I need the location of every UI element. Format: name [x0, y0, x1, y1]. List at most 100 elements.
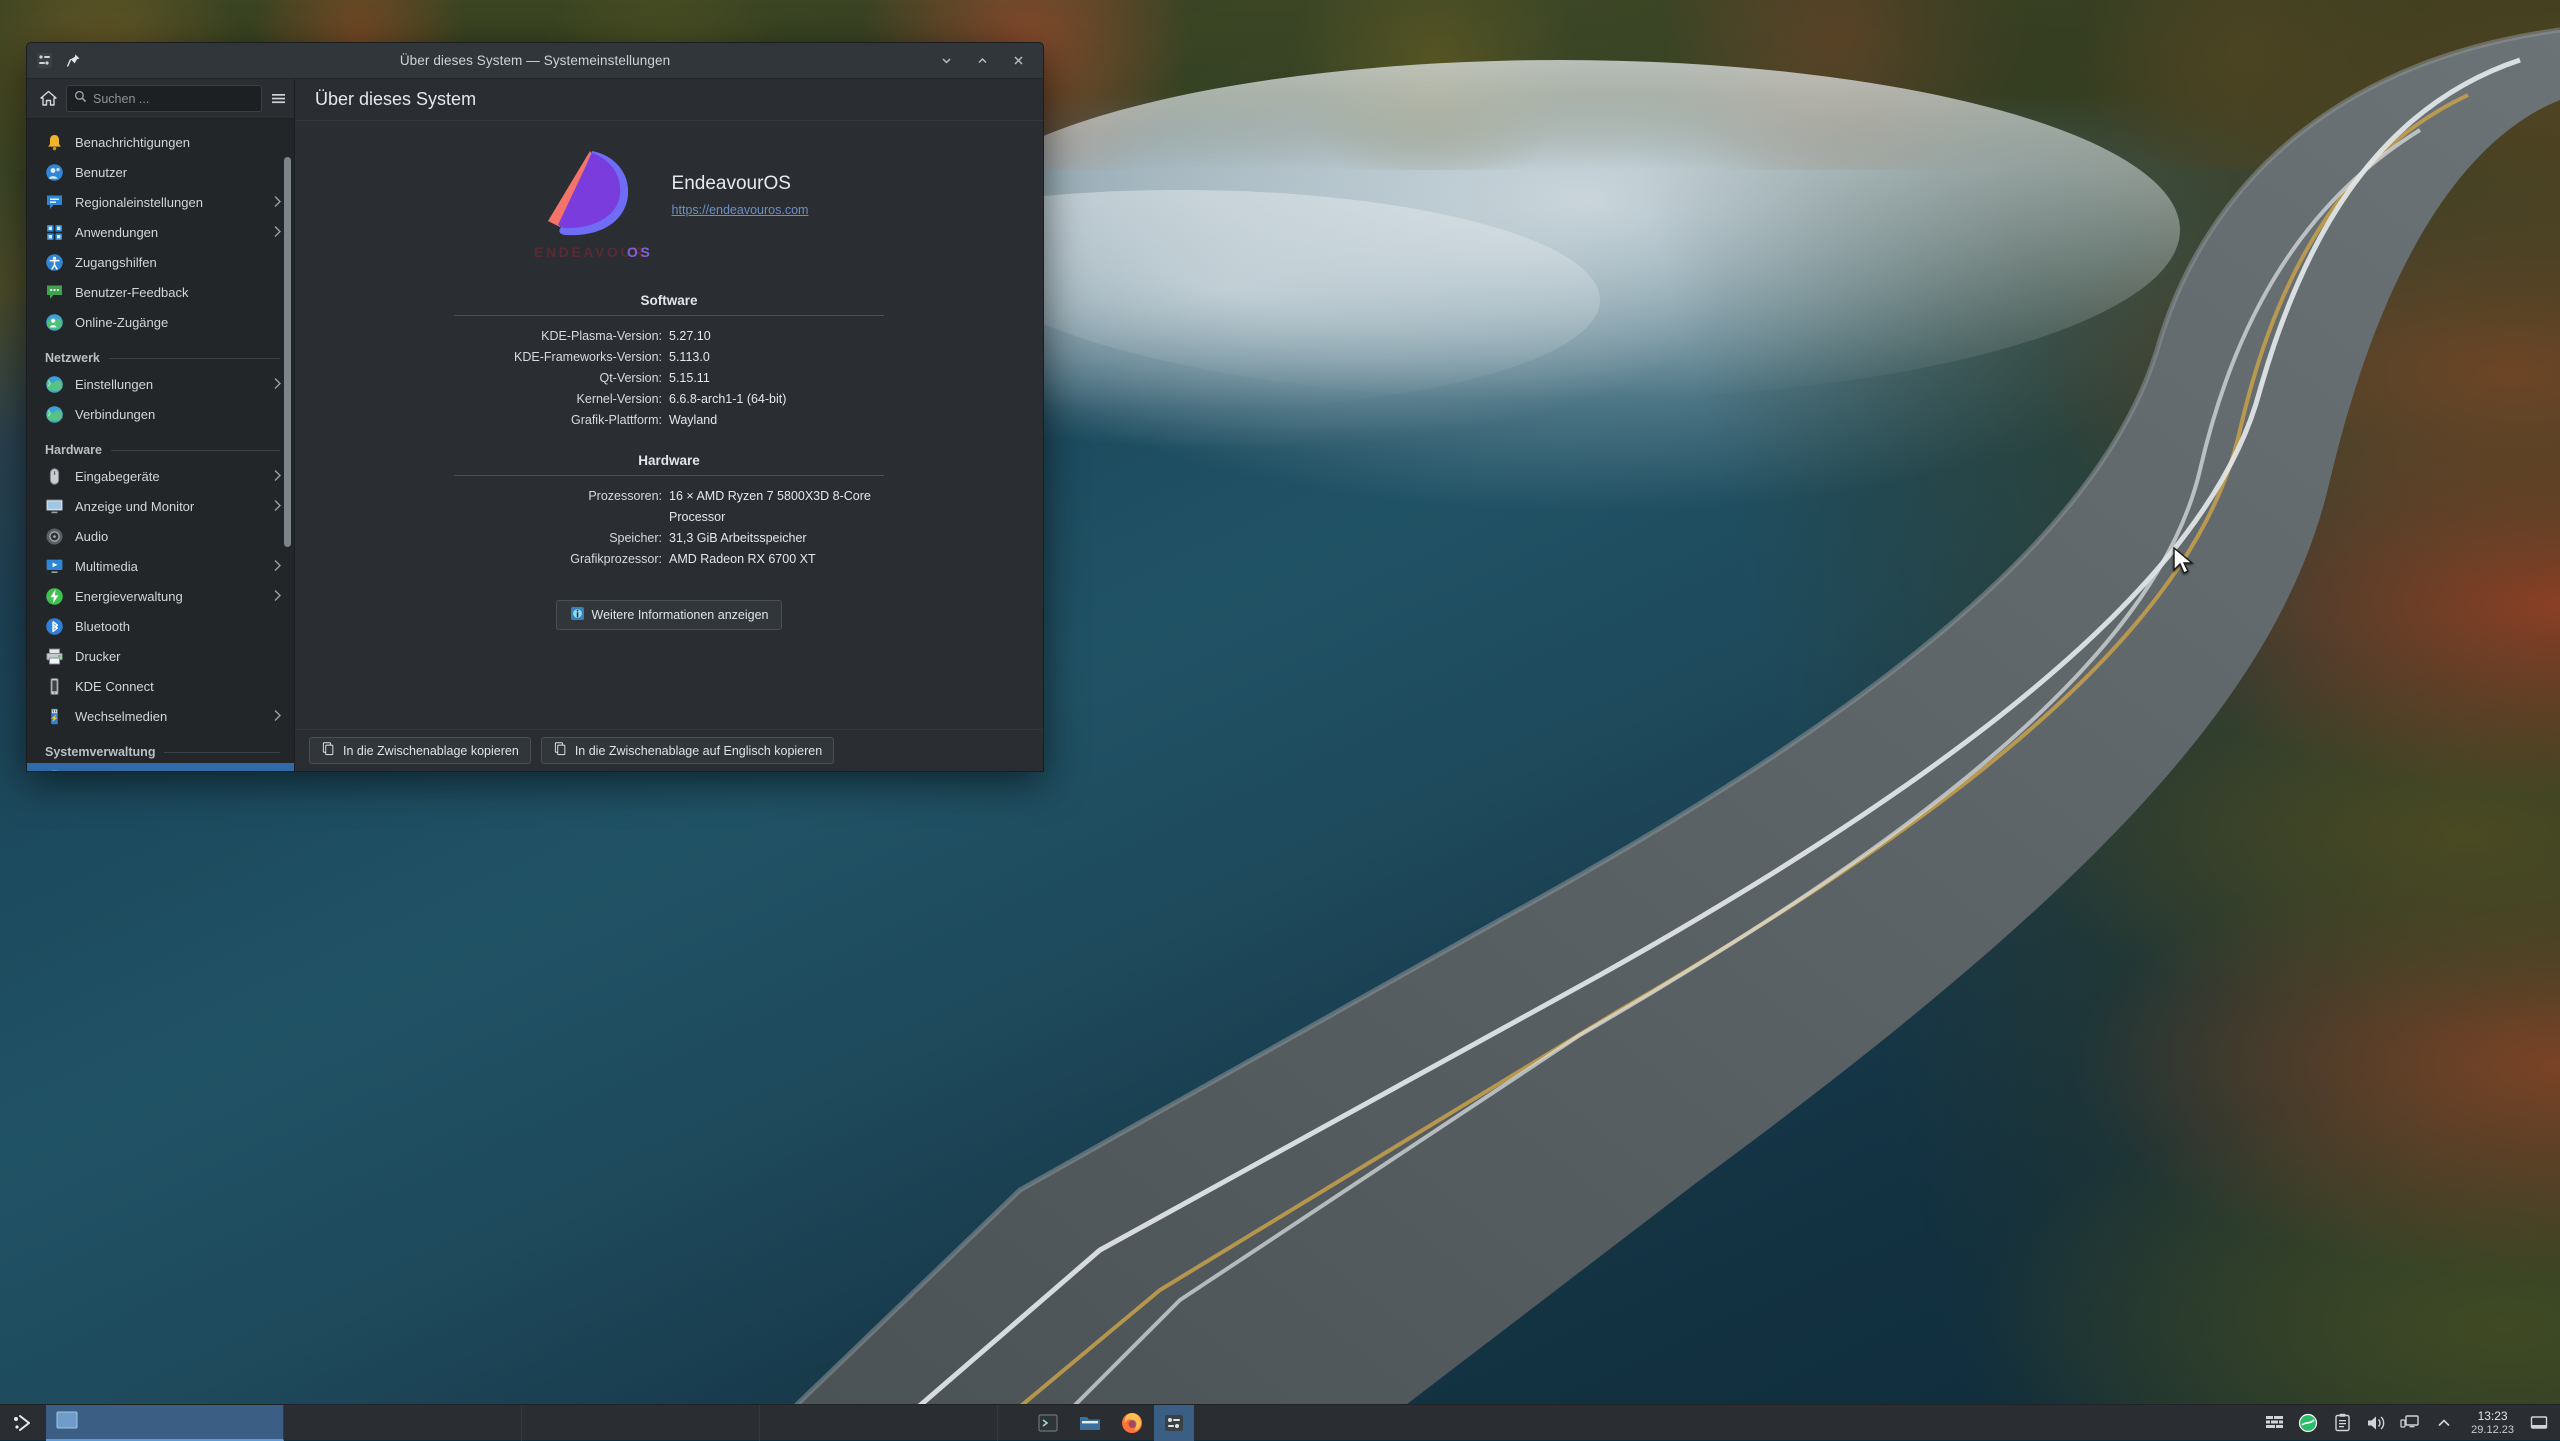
sidebar-item-kde-connect[interactable]: KDE Connect	[27, 671, 294, 701]
terminal-icon[interactable]	[1028, 1405, 1068, 1441]
show-desktop-icon[interactable]	[2526, 1405, 2552, 1441]
sidebar-item-benachrichtigungen[interactable]: Benachrichtigungen	[27, 127, 294, 157]
mouse-cursor	[2172, 546, 2196, 576]
volume-icon[interactable]	[2361, 1405, 2391, 1441]
maximize-button[interactable]	[965, 47, 999, 75]
locale-icon	[45, 193, 64, 212]
sidebar-item-label: Anwendungen	[75, 225, 258, 240]
sidebar-item-zugangshilfen[interactable]: Zugangshilfen	[27, 247, 294, 277]
sidebar-item-verbindungen[interactable]: Verbindungen	[27, 399, 294, 429]
hamburger-icon[interactable]	[270, 86, 287, 112]
search-icon	[74, 90, 87, 108]
sidebar-item-online-zug-nge[interactable]: Online-Zugänge	[27, 307, 294, 337]
info-row-value: AMD Radeon RX 6700 XT	[669, 549, 884, 570]
clock-date: 29.12.23	[2471, 1423, 2514, 1437]
chevron-right-icon	[273, 195, 282, 210]
clock[interactable]: 13:23 29.12.23	[2463, 1409, 2522, 1437]
taskbar-task[interactable]	[284, 1405, 522, 1441]
search-field[interactable]	[66, 85, 262, 112]
info-row-value: 5.113.0	[669, 347, 884, 368]
file-manager-icon[interactable]	[1070, 1405, 1110, 1441]
firefox-icon[interactable]	[1112, 1405, 1152, 1441]
svg-text:⚡: ⚡	[50, 713, 59, 722]
info-row: Prozessoren:16 × AMD Ryzen 7 5800X3D 8-C…	[454, 486, 884, 528]
bell-icon	[45, 133, 64, 152]
sidebar-item-label: Online-Zugänge	[75, 315, 282, 330]
task-list[interactable]	[46, 1405, 998, 1441]
sidebar-item-benutzer-feedback[interactable]: Benutzer-Feedback	[27, 277, 294, 307]
sidebar-item-label: Zugangshilfen	[75, 255, 282, 270]
info-icon	[570, 606, 585, 624]
sidebar-item-energieverwaltung[interactable]: Energieverwaltung	[27, 581, 294, 611]
chevron-right-icon	[273, 377, 282, 392]
copy-to-clipboard-button[interactable]: In die Zwischenablage kopieren	[309, 737, 531, 764]
sidebar-item-benutzer[interactable]: Benutzer	[27, 157, 294, 187]
apps-icon	[45, 223, 64, 242]
info-row-value: Wayland	[669, 410, 884, 431]
pin-icon[interactable]	[64, 51, 83, 70]
settings-sidebar[interactable]: Benachrichtigungen Benutzer Regionaleinste…	[27, 79, 295, 771]
page-title: Über dieses System	[315, 89, 476, 110]
svg-text:OS: OS	[627, 244, 652, 260]
sidebar-item-selected[interactable]	[27, 763, 294, 771]
sidebar-item-label: Bluetooth	[75, 619, 282, 634]
search-input[interactable]	[93, 92, 254, 106]
sidebar-item-label: KDE Connect	[75, 679, 282, 694]
feedback-icon	[45, 283, 64, 302]
globe-icon	[45, 405, 64, 424]
info-section-rule	[454, 475, 884, 476]
os-name: EndeavourOS	[672, 173, 809, 195]
sidebar-item-anwendungen[interactable]: Anwendungen	[27, 217, 294, 247]
copy-to-clipboard-english-button[interactable]: In die Zwischenablage auf Englisch kopie…	[541, 737, 834, 764]
info-row-key: Grafikprozessor:	[454, 549, 669, 570]
sidebar-group-label: Systemverwaltung	[45, 745, 155, 759]
info-row: Qt-Version:5.15.11	[454, 368, 884, 389]
sidebar-group-header: Hardware	[27, 429, 294, 461]
taskbar-task[interactable]	[522, 1405, 760, 1441]
endeavouros-launcher-icon[interactable]	[0, 1405, 46, 1441]
sidebar-item-regionaleinstellungen[interactable]: Regionaleinstellungen	[27, 187, 294, 217]
sidebar-item-eingabeger-te[interactable]: Eingabegeräte	[27, 461, 294, 491]
system-settings-icon[interactable]	[1154, 1405, 1194, 1441]
online-accounts-icon	[45, 313, 64, 332]
mouse-icon	[45, 467, 64, 486]
sidebar-item-label: Eingabegeräte	[75, 469, 258, 484]
system-tray[interactable]: 13:23 29.12.23	[2259, 1405, 2560, 1441]
taskbar-task[interactable]	[760, 1405, 998, 1441]
sidebar-item-label: Benachrichtigungen	[75, 135, 282, 150]
window-titlebar[interactable]: Über dieses System — Systemeinstellungen	[27, 43, 1043, 79]
minimize-button[interactable]	[929, 47, 963, 75]
info-section: SoftwareKDE-Plasma-Version:5.27.10KDE-Fr…	[454, 293, 884, 431]
sidebar-item-label: Regionaleinstellungen	[75, 195, 258, 210]
sidebar-scroll-area[interactable]: Benachrichtigungen Benutzer Regionaleinste…	[27, 119, 294, 771]
home-icon[interactable]	[39, 86, 58, 112]
sidebar-item-label: Energieverwaltung	[75, 589, 258, 604]
show-hidden-chevron-icon[interactable]	[2429, 1405, 2459, 1441]
show-more-info-button[interactable]: Weitere Informationen anzeigen	[556, 600, 783, 630]
sidebar-item-audio[interactable]: Audio	[27, 521, 294, 551]
firewall-icon[interactable]	[2259, 1405, 2289, 1441]
sidebar-scrollbar-thumb[interactable]	[284, 157, 291, 547]
network-icon[interactable]	[2293, 1405, 2323, 1441]
sidebar-item-bluetooth[interactable]: Bluetooth	[27, 611, 294, 641]
clipboard-icon[interactable]	[2327, 1405, 2357, 1441]
pinned-apps[interactable]	[1028, 1405, 1194, 1441]
globe-icon	[45, 375, 64, 394]
os-website-link[interactable]: https://endeavouros.com	[672, 203, 809, 217]
settings-icon[interactable]	[35, 51, 54, 70]
sidebar-scrollbar[interactable]	[284, 129, 291, 755]
sidebar-item-drucker[interactable]: Drucker	[27, 641, 294, 671]
sidebar-item-multimedia[interactable]: Multimedia	[27, 551, 294, 581]
close-button[interactable]	[1001, 47, 1035, 75]
taskbar[interactable]: 13:23 29.12.23	[0, 1404, 2560, 1440]
system-settings-window[interactable]: Über dieses System — Systemeinstellungen	[26, 42, 1044, 772]
info-row: Grafik-Plattform:Wayland	[454, 410, 884, 431]
sidebar-group-rule	[109, 358, 280, 359]
endeavouros-logo: ENDEAVOUR OS	[530, 147, 654, 265]
sidebar-item-anzeige-und-monitor[interactable]: Anzeige und Monitor	[27, 491, 294, 521]
sidebar-item-einstellungen[interactable]: Einstellungen	[27, 369, 294, 399]
sidebar-item-wechselmedien[interactable]: ⚡Wechselmedien	[27, 701, 294, 731]
taskbar-task[interactable]	[46, 1405, 284, 1441]
display-config-icon[interactable]	[2395, 1405, 2425, 1441]
chevron-right-icon	[273, 469, 282, 484]
